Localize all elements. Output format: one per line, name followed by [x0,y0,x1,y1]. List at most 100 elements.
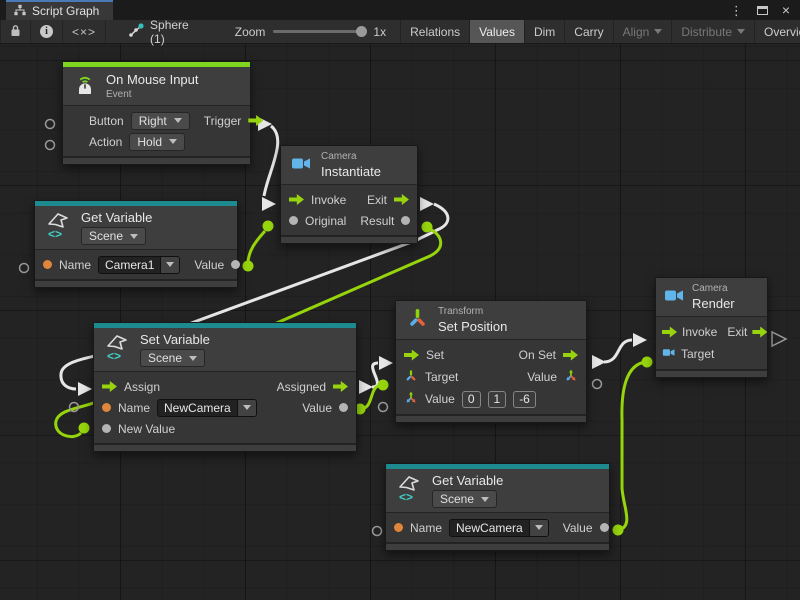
node-category: Camera [321,151,381,162]
node-title: Get Variable [81,210,152,225]
node-set-variable[interactable]: <> Set Variable Scene Assign Assigned Na… [93,322,357,452]
node-footer [396,414,586,422]
onset-port-label: On Set [519,348,556,362]
trigger-port-label: Trigger [204,114,242,128]
values-button[interactable]: Values [469,20,524,43]
chevron-down-icon [166,262,174,267]
node-transform-set-position[interactable]: Transform Set Position Set On Set [395,300,587,423]
value-in-port-label: Value [425,392,455,406]
invoke-port-label: Invoke [682,325,717,339]
name-port-label: Name [59,258,91,272]
target-port-label: Target [425,370,458,384]
lock-icon [10,24,21,40]
camera-icon [664,287,685,307]
variable-kind-dropdown[interactable]: Scene [81,227,146,245]
new-value-port-label: New Value [118,422,175,436]
lock-button[interactable] [0,20,31,43]
flow-arrow-icon [752,327,767,338]
maximize-icon[interactable] [757,6,768,15]
info-button[interactable]: i [31,20,63,43]
value-port-dot [401,216,410,225]
node-category: Transform [438,306,507,317]
node-camera-instantiate[interactable]: Camera Instantiate Invoke Exit Original … [280,145,418,244]
flow-arrow-icon [289,194,304,205]
chevron-down-icon [737,29,745,34]
chevron-down-icon [174,118,182,123]
zoom-slider[interactable] [273,30,365,33]
transform-mini-icon [404,369,418,386]
transform-icon [406,307,429,333]
graph-icon [14,4,26,19]
flow-arrow-icon [102,381,117,392]
node-title: Set Position [438,319,507,334]
mouse-button-dropdown[interactable]: Right [131,112,190,130]
node-get-variable-newcamera[interactable]: <> Get Variable Scene Name NewCamera Val… [385,463,610,551]
mouse-action-dropdown[interactable]: Hold [129,133,185,151]
node-footer [35,279,237,287]
chevron-down-icon [189,356,197,361]
vector-x-field[interactable]: 0 [462,391,481,408]
relations-button[interactable]: Relations [400,20,469,43]
code-preview-button[interactable]: <×> [63,20,106,43]
camera-icon [291,155,312,175]
value-port-dot [600,523,609,532]
mouse-icon [73,73,97,100]
action-port-label: Action [89,135,122,149]
graph-name: Sphere (1) [150,18,189,46]
svg-text:<>: <> [399,490,413,504]
flow-arrow-icon [662,327,677,338]
node-footer [63,156,250,164]
code-icon: <×> [72,25,96,39]
flow-arrow-icon [404,350,419,361]
camera-mini-icon [662,347,676,361]
variable-name-field[interactable]: Camera1 [98,256,180,274]
overview-button[interactable]: Overview [754,20,800,43]
variable-picker-button[interactable] [530,519,549,537]
dim-button[interactable]: Dim [524,20,564,43]
graph-node-icon [128,23,144,40]
variable-picker-button[interactable] [238,399,257,417]
node-title: Instantiate [321,164,381,179]
node-footer [656,369,767,377]
node-on-mouse-input[interactable]: On Mouse Input Event Button Right Trigge… [62,61,251,165]
new-value-port-dot [102,424,111,433]
align-button[interactable]: Align [613,20,672,43]
name-port-label: Name [410,521,442,535]
info-icon: i [40,25,53,38]
svg-text:<>: <> [107,349,121,363]
close-icon[interactable]: × [782,3,790,17]
node-get-variable-camera1[interactable]: <> Get Variable Scene Name Camera1 Value [34,200,238,288]
variable-kind-dropdown[interactable]: Scene [432,490,497,508]
vector3-icon [564,369,578,386]
node-category: Camera [692,283,735,294]
variable-icon: <> [396,474,423,507]
button-port-label: Button [89,114,124,128]
distribute-button[interactable]: Distribute [671,20,754,43]
script-graph-window: On Mouse Input Event Button Right Trigge… [0,0,800,600]
carry-button[interactable]: Carry [564,20,612,43]
chevron-down-icon [243,405,251,410]
result-port-label: Result [360,214,394,228]
value-port-label: Value [302,401,332,415]
vector-y-field[interactable]: 1 [488,391,507,408]
more-menu-icon[interactable]: ⋮ [730,4,743,17]
graph-breadcrumb[interactable]: Sphere (1) [128,18,189,46]
zoom-slider-handle[interactable] [356,26,367,37]
node-footer [386,542,609,550]
variable-picker-button[interactable] [161,256,180,274]
node-title: On Mouse Input [106,72,199,87]
flow-arrow-icon [333,381,348,392]
node-camera-render[interactable]: Camera Render Invoke Exit Target [655,277,768,378]
assigned-port-label: Assigned [277,380,326,394]
value-port-label: Value [563,521,593,535]
original-port-label: Original [305,214,346,228]
variable-name-field[interactable]: NewCamera [157,399,257,417]
tab-script-graph[interactable]: Script Graph [6,0,113,20]
variable-icon: <> [104,333,131,366]
vector-z-field[interactable]: -6 [513,391,536,408]
variable-name-field[interactable]: NewCamera [449,519,549,537]
variable-kind-dropdown[interactable]: Scene [140,349,205,367]
vector3-icon [404,391,418,408]
name-port-dot [102,403,111,412]
target-port-label: Target [681,347,714,361]
